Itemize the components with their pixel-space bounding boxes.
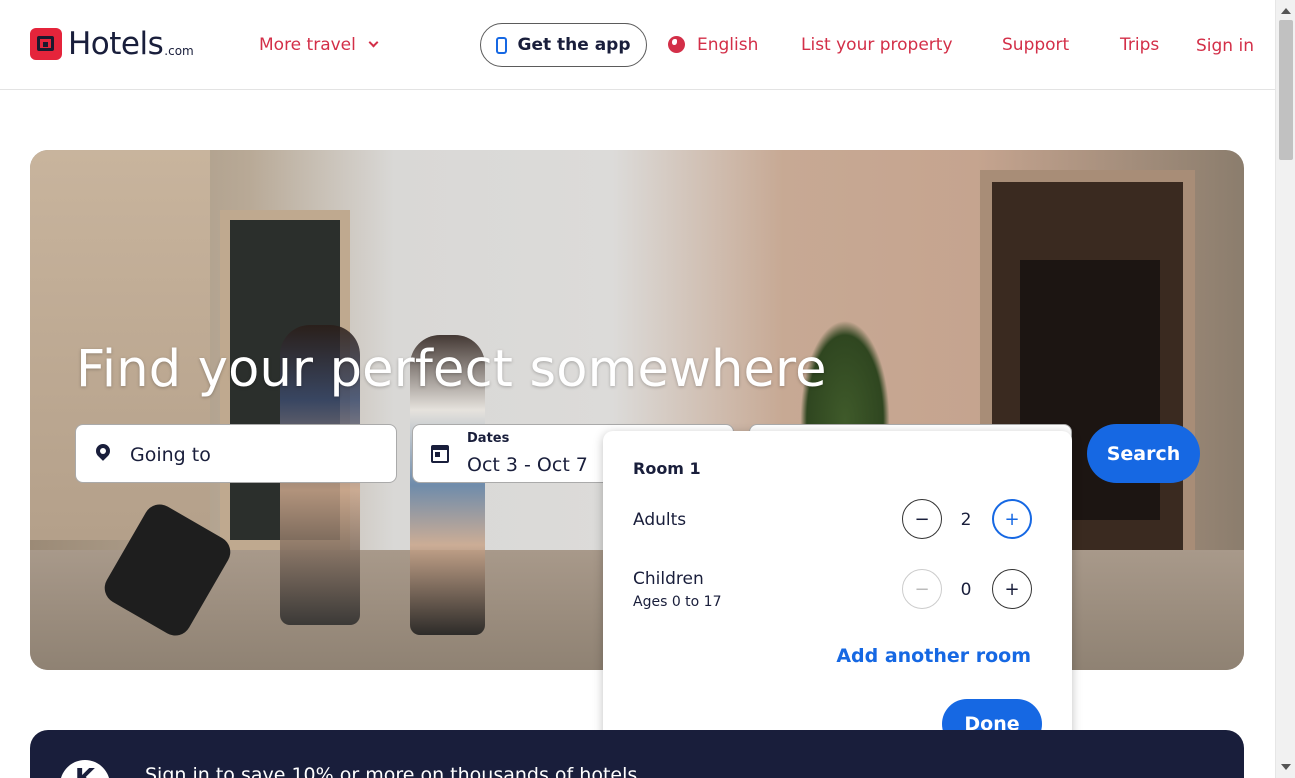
dates-label: Dates [467, 431, 510, 446]
phone-icon [496, 36, 508, 54]
calendar-icon [431, 445, 449, 463]
support-link[interactable]: Support [1002, 35, 1069, 55]
scroll-thumb[interactable] [1279, 20, 1293, 160]
hero-title: Find your perfect somewhere [76, 340, 827, 399]
hotels-logo-icon [30, 28, 62, 60]
scroll-down-arrow-icon[interactable] [1281, 764, 1291, 770]
language-selector[interactable]: English [697, 35, 758, 55]
dates-value: Oct 3 - Oct 7 [467, 454, 588, 476]
hotels-logo[interactable]: Hotels .com [30, 28, 194, 60]
add-another-room-button[interactable]: Add another room [836, 645, 1031, 667]
trips-link[interactable]: Trips [1120, 35, 1159, 55]
going-to-placeholder: Going to [130, 444, 211, 466]
get-the-app-button[interactable]: Get the app [480, 23, 647, 67]
adults-increase-button[interactable]: + [992, 499, 1032, 539]
sign-in-banner: K Sign in to save 10% or more on thousan… [30, 730, 1244, 778]
children-decrease-button[interactable]: − [902, 569, 942, 609]
globe-icon [668, 36, 685, 53]
search-button[interactable]: Search [1087, 424, 1200, 483]
adults-decrease-button[interactable]: − [902, 499, 942, 539]
logo-text: Hotels [68, 26, 164, 62]
adults-count: 2 [960, 510, 972, 530]
one-key-icon: K [60, 760, 110, 778]
more-travel-label: More travel [259, 35, 356, 55]
children-label: Children [633, 569, 704, 589]
travelers-popover: Room 1 Adults − 2 + Children Ages 0 to 1… [603, 431, 1072, 778]
children-increase-button[interactable]: + [992, 569, 1032, 609]
chevron-down-icon [368, 37, 379, 48]
get-the-app-label: Get the app [517, 35, 631, 55]
room-title: Room 1 [633, 459, 701, 478]
children-age-range: Ages 0 to 17 [633, 594, 722, 610]
list-your-property-link[interactable]: List your property [801, 35, 953, 55]
page-scrollbar[interactable] [1275, 0, 1295, 778]
children-count: 0 [960, 580, 972, 600]
adults-label: Adults [633, 510, 687, 530]
going-to-input[interactable]: Going to [75, 424, 397, 483]
site-header: Hotels .com More travel Get the app Engl… [0, 0, 1275, 90]
logo-suffix: .com [164, 44, 194, 58]
location-pin-icon [93, 441, 113, 461]
more-travel-menu[interactable]: More travel [259, 35, 379, 55]
scroll-up-arrow-icon[interactable] [1281, 8, 1291, 14]
sign-in-link[interactable]: Sign in [1196, 36, 1254, 56]
banner-text: Sign in to save 10% or more on thousands… [145, 764, 638, 778]
